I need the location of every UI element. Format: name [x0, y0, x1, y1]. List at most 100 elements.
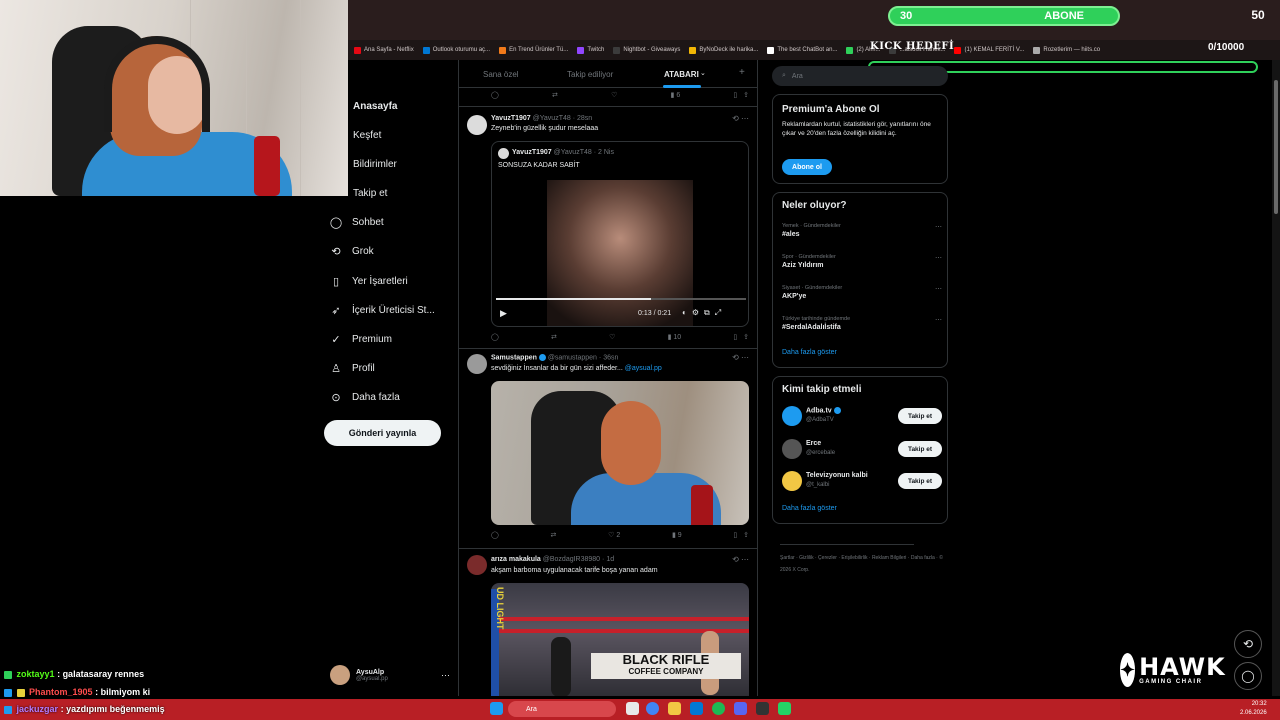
nav-item-anasayfa[interactable]: Anasayfa: [330, 96, 397, 116]
bookmark-icon[interactable]: ▯: [733, 92, 737, 99]
trend-item[interactable]: Yemek · Gündemdekiler #ales ⋯: [782, 223, 942, 238]
reply-icon[interactable]: ◯: [491, 531, 499, 543]
spotify-icon[interactable]: [712, 702, 725, 715]
more-icon[interactable]: ⋯: [935, 316, 942, 324]
nav-item-grok[interactable]: ⟲ Grok: [330, 241, 373, 261]
nav-item-yer-i-şaretleri[interactable]: ▯ Yer İşaretleri: [330, 271, 408, 291]
footer-links[interactable]: Şartlar · Gizlilik · Çerezler · Erişileb…: [780, 552, 950, 576]
tweet-author[interactable]: YavuzT1907: [491, 115, 531, 122]
tweet-author[interactable]: arıza makakula: [491, 556, 541, 563]
reply-icon[interactable]: ◯: [491, 333, 499, 345]
file-explorer-icon[interactable]: [668, 702, 681, 715]
bookmark-item[interactable]: Outlook oturumu aç...: [422, 46, 490, 54]
grok-button[interactable]: ⟲: [1234, 630, 1262, 658]
bookmark-item[interactable]: Nightbot - Giveaways: [613, 46, 680, 54]
discord-icon[interactable]: [734, 702, 747, 715]
suggestion-item[interactable]: Televizyonun kalbi @t_kalbi Takip et: [782, 470, 942, 492]
share-icon[interactable]: ⇪: [743, 334, 749, 341]
start-icon[interactable]: [490, 702, 503, 715]
follow-button[interactable]: Takip et: [898, 473, 942, 489]
subscribe-button[interactable]: Abone ol: [782, 159, 832, 175]
nav-item-profil[interactable]: ♙ Profil: [330, 358, 375, 378]
bookmark-label: Rozetlerim — hiits.co: [1043, 47, 1101, 53]
trends-show-more[interactable]: Daha fazla göster: [782, 349, 837, 356]
search-input[interactable]: ⌕ Ara: [772, 66, 948, 86]
trend-item[interactable]: Türkiye tarihinde gündemde #SerdalAdalıİ…: [782, 316, 942, 331]
chat-message: zoktayy1 : galatasaray rennes: [4, 669, 144, 679]
like-icon[interactable]: ♡: [609, 333, 615, 345]
nav-item-keşfet[interactable]: Keşfet: [330, 125, 381, 145]
bookmark-item[interactable]: Rozetlerim — hiits.co: [1033, 46, 1101, 54]
tab-for-you[interactable]: Sana özel: [483, 70, 519, 79]
tweet-image[interactable]: UD LIGHT BLACK RIFLE COFFEE COMPANY: [491, 583, 749, 696]
nav-item-takip-et[interactable]: Takip et: [330, 183, 387, 203]
mention-link[interactable]: @aysual.pp: [625, 365, 662, 372]
more-icon[interactable]: ⋯: [935, 223, 942, 231]
bookmark-icon[interactable]: ▯: [733, 334, 737, 341]
store-icon[interactable]: [690, 702, 703, 715]
more-icon[interactable]: ⋯: [935, 254, 942, 262]
whatsapp-icon[interactable]: [778, 702, 791, 715]
reply-icon[interactable]: ◯: [491, 91, 499, 103]
bookmark-item[interactable]: (1) KEMAL FERİTİ V...: [954, 46, 1024, 54]
bookmark-item[interactable]: ByNoDeck ile harika...: [689, 46, 758, 54]
trend-item[interactable]: Spor · Gündemdekiler Aziz Yıldırım ⋯: [782, 254, 942, 269]
tweet[interactable]: YavuzT1907 @YavuzT48 · 28sn ⟲ ⋯ Zeyneb'i…: [459, 107, 757, 347]
bookmark-item[interactable]: En Trend Ürünler Tü...: [499, 46, 568, 54]
like-icon[interactable]: ♡ 2: [608, 531, 620, 543]
nav-item-premium[interactable]: ✓ Premium: [330, 329, 392, 349]
bookmark-item[interactable]: Ana Sayfa - Netflix: [354, 46, 414, 54]
messages-button[interactable]: ◯: [1234, 662, 1262, 690]
more-icon[interactable]: ⋯: [441, 670, 450, 681]
retweet-icon[interactable]: ⇄: [551, 531, 557, 543]
nav-item-i-çerik-üreticisi-st-[interactable]: ➶ İçerik Üreticisi St...: [330, 300, 434, 320]
chrome-icon[interactable]: [646, 702, 659, 715]
play-icon[interactable]: ▶: [500, 308, 507, 319]
views-icon[interactable]: ▮ 10: [668, 333, 682, 345]
tweet-author[interactable]: Samustappen: [491, 354, 537, 361]
post-button[interactable]: Gönderi yayınla: [324, 420, 441, 446]
avatar: [467, 115, 487, 135]
suggestion-item[interactable]: Adba.tv @AdbaTV Takip et: [782, 405, 942, 427]
who-to-follow-show-more[interactable]: Daha fazla göster: [782, 505, 837, 512]
bookmark-item[interactable]: The best ChatBot an...: [767, 46, 837, 54]
like-icon[interactable]: ♡: [611, 91, 617, 103]
tweet[interactable]: Samustappen @samustappen · 36sn ⟲ ⋯ sevd…: [459, 349, 757, 545]
account-switcher[interactable]: AysuAlp @aysual.pp ⋯: [330, 662, 450, 688]
more-icon[interactable]: ⋯: [935, 285, 942, 293]
views-icon[interactable]: ▮ 6: [671, 91, 681, 103]
nav-item-sohbet[interactable]: ◯ Sohbet: [330, 212, 384, 232]
tweet[interactable]: arıza makakula @BozdagIR38980 · 1d ⟲ ⋯ a…: [459, 549, 757, 696]
video-player[interactable]: [547, 180, 693, 326]
nav-item-daha-fazla[interactable]: ⊙ Daha fazla: [330, 387, 399, 407]
task-view-icon[interactable]: [626, 702, 639, 715]
views-icon[interactable]: ▮ 9: [672, 531, 682, 543]
users-icon: [330, 187, 343, 199]
bookmark-item[interactable]: Twitch: [577, 46, 604, 54]
taskbar-search[interactable]: Ara: [508, 701, 616, 717]
follow-button[interactable]: Takip et: [898, 441, 942, 457]
tab-atabari[interactable]: ATABARI: [664, 70, 699, 79]
more-icon[interactable]: ⟲ ⋯: [732, 353, 749, 362]
scrollbar-thumb[interactable]: [1274, 80, 1278, 214]
suggestion-item[interactable]: Erce @ercebale Takip et: [782, 438, 942, 460]
chevron-down-icon[interactable]: ⌄: [700, 69, 706, 77]
share-icon[interactable]: ⇪: [743, 92, 749, 99]
share-icon[interactable]: ⇪: [743, 532, 749, 539]
tab-following[interactable]: Takip ediliyor: [567, 70, 613, 79]
add-list-icon[interactable]: +: [739, 67, 745, 78]
nav-item-bildirimler[interactable]: Bildirimler: [330, 154, 397, 174]
follow-button[interactable]: Takip et: [898, 408, 942, 424]
trend-item[interactable]: Siyaset · Gündemdekiler AKP'ye ⋯: [782, 285, 942, 300]
retweet-icon[interactable]: ⇄: [551, 333, 557, 345]
video-controls[interactable]: ◐⚙⧉⤢: [682, 308, 726, 318]
tweet-image[interactable]: [491, 381, 749, 525]
retweet-icon[interactable]: ⇄: [552, 91, 558, 103]
obs-icon[interactable]: [756, 702, 769, 715]
taskbar-clock[interactable]: 20:32 2.06.2026: [1240, 700, 1267, 718]
quote-tweet[interactable]: YavuzT1907 @YavuzT48 · 2 Nis SONSUZA KAD…: [491, 141, 749, 327]
bookmark-icon[interactable]: ▯: [733, 532, 737, 539]
video-progress[interactable]: [496, 298, 746, 300]
more-icon[interactable]: ⟲ ⋯: [732, 114, 749, 123]
more-icon[interactable]: ⟲ ⋯: [732, 555, 749, 564]
